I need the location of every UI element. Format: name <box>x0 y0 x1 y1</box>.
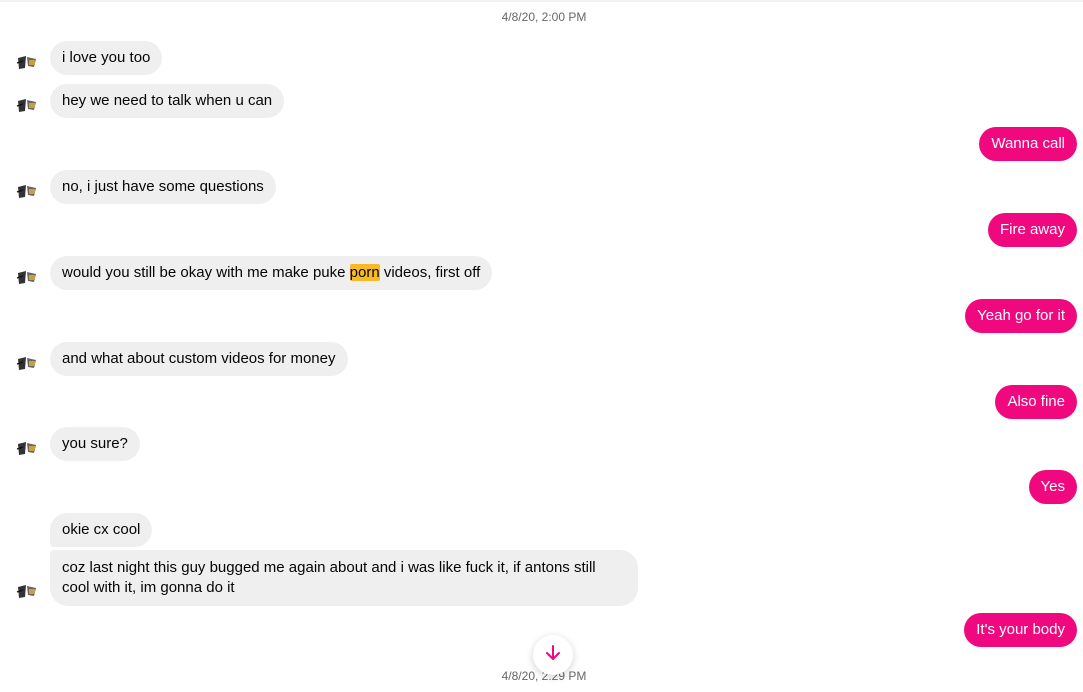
contact-avatar-icon[interactable] <box>14 263 42 291</box>
message-bubble-incoming[interactable]: would you still be okay with me make puk… <box>50 256 493 290</box>
timestamp-top: 4/8/20, 2:00 PM <box>501 10 587 24</box>
search-highlight: porn <box>349 264 380 281</box>
arrow-down-icon <box>543 643 563 668</box>
message-bubble-incoming[interactable]: you sure? <box>50 427 140 461</box>
contact-avatar-icon[interactable] <box>14 577 42 605</box>
message-bubble-outgoing[interactable]: Yeah go for it <box>965 299 1077 333</box>
contact-avatar-icon[interactable] <box>14 91 42 119</box>
message-bubble-incoming[interactable]: i love you too <box>50 41 163 75</box>
contact-avatar-icon[interactable] <box>14 48 42 76</box>
message-bubble-incoming[interactable]: no, i just have some questions <box>50 170 276 204</box>
scroll-to-bottom-button[interactable] <box>533 635 573 675</box>
contact-avatar-icon[interactable] <box>14 349 42 377</box>
message-text: videos, first off <box>379 264 481 281</box>
message-bubble-outgoing[interactable]: Fire away <box>987 213 1077 247</box>
contact-avatar-icon[interactable] <box>14 177 42 205</box>
message-bubble-incoming[interactable]: and what about custom videos for money <box>50 342 348 376</box>
message-bubble-incoming[interactable]: okie cx cool <box>50 513 153 547</box>
message-bubble-outgoing[interactable]: Yes <box>1028 470 1077 504</box>
top-divider <box>0 0 1083 2</box>
message-bubble-outgoing[interactable]: It's your body <box>964 613 1077 647</box>
message-bubble-outgoing[interactable]: Wanna call <box>979 127 1077 161</box>
message-text: would you still be okay with me make puk… <box>62 264 350 281</box>
message-bubble-outgoing[interactable]: Also fine <box>995 385 1077 419</box>
message-bubble-incoming[interactable]: hey we need to talk when u can <box>50 84 285 118</box>
contact-avatar-icon[interactable] <box>14 434 42 462</box>
message-bubble-incoming[interactable]: coz last night this guy bugged me again … <box>50 550 638 606</box>
